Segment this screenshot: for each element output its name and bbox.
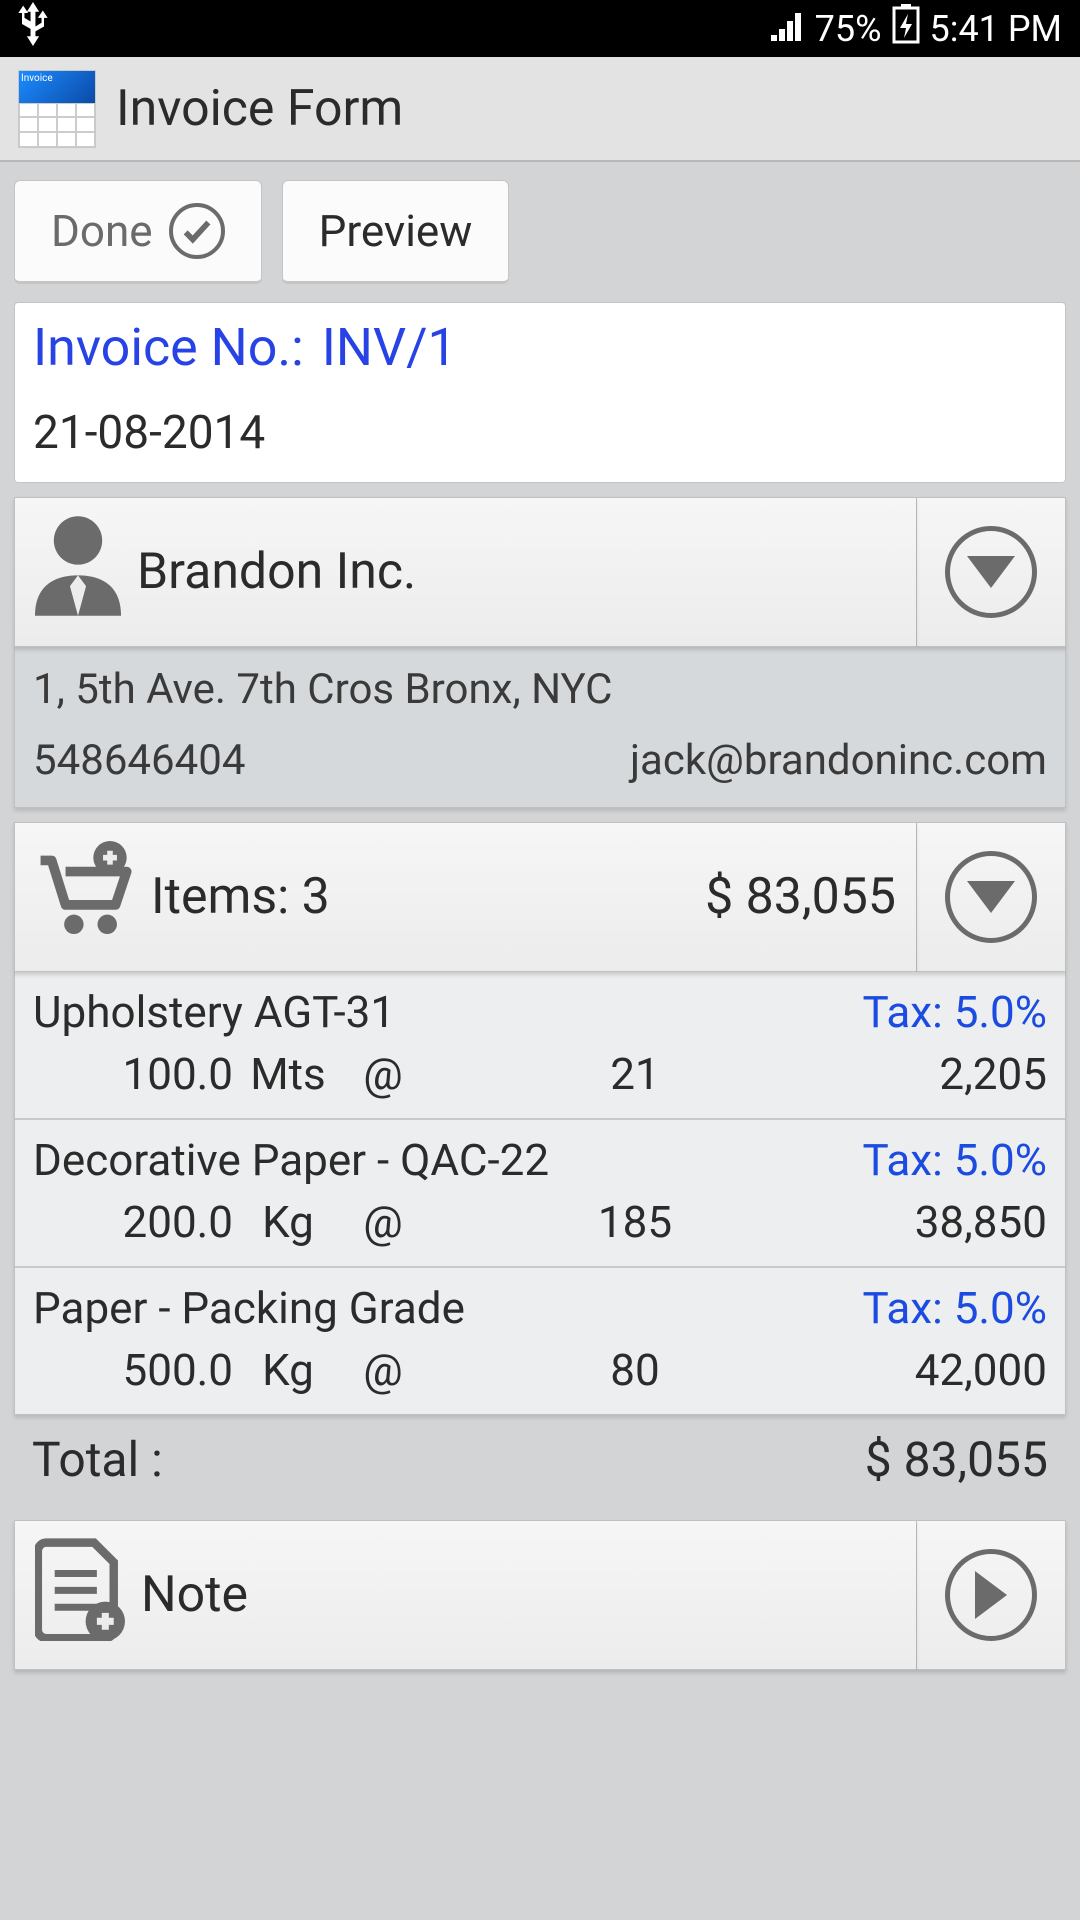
battery-pct: 75% [815,8,882,50]
line-item[interactable]: Paper - Packing Grade Tax: 5.0% 500.0 Kg… [15,1266,1065,1414]
preview-label: Preview [319,205,473,257]
item-amount: 38,850 [847,1196,1047,1248]
total-row: Total : $ 83,055 [14,1421,1066,1498]
total-label: Total : [32,1431,163,1488]
chevron-down-icon [945,851,1037,943]
chevron-right-icon [945,1549,1037,1641]
app-bar: Invoice Invoice Form [0,57,1080,162]
item-amount: 2,205 [847,1048,1047,1100]
chevron-down-icon [945,526,1037,618]
at-symbol: @ [343,1196,423,1248]
invoice-header[interactable]: Invoice No.: INV/1 21-08-2014 [14,302,1066,483]
items-total: $ 83,055 [705,868,896,926]
total-value: $ 83,055 [865,1431,1048,1488]
item-name: Paper - Packing Grade [33,1282,465,1334]
item-rate: 185 [423,1196,847,1248]
items-collapse-toggle[interactable] [916,822,1066,972]
items-summary[interactable]: Items: 3 $ 83,055 [14,822,916,972]
item-tax: Tax: 5.0% [863,1282,1047,1334]
add-cart-icon [35,841,135,954]
usb-icon [18,2,48,55]
item-amount: 42,000 [847,1344,1047,1396]
invoice-number-label: Invoice No.: [33,317,304,378]
note-section-header: Note [14,1520,1066,1670]
customer-phone: 548646404 [33,736,245,785]
items-section-header: Items: 3 $ 83,055 [14,822,1066,972]
customer-name: Brandon Inc. [137,543,416,601]
note-button[interactable]: Note [14,1520,916,1670]
line-item[interactable]: Decorative Paper - QAC-22 Tax: 5.0% 200.… [15,1118,1065,1266]
app-title: Invoice Form [116,80,403,138]
item-tax: Tax: 5.0% [863,1134,1047,1186]
customer-section-header: Brandon Inc. [14,497,1066,647]
app-icon: Invoice [18,70,96,148]
status-bar: 75% 5:41 PM [0,0,1080,57]
item-qty: 500.0 [33,1344,233,1396]
item-unit: Kg [233,1196,343,1248]
person-icon [35,516,121,629]
line-item[interactable]: Upholstery AGT-31 Tax: 5.0% 100.0 Mts @ … [15,972,1065,1118]
done-label: Done [51,205,153,257]
item-name: Upholstery AGT-31 [33,986,395,1038]
items-count-label: Items: 3 [151,868,330,926]
battery-icon [892,4,920,53]
customer-email: jack@brandoninc.com [630,736,1047,785]
item-tax: Tax: 5.0% [863,986,1047,1038]
item-qty: 200.0 [33,1196,233,1248]
action-button-row: Done Preview [0,162,1080,302]
item-name: Decorative Paper - QAC-22 [33,1134,549,1186]
item-unit: Mts [233,1048,343,1100]
note-add-icon [35,1537,125,1654]
items-list: Upholstery AGT-31 Tax: 5.0% 100.0 Mts @ … [14,972,1066,1415]
signal-icon [771,8,805,50]
item-unit: Kg [233,1344,343,1396]
check-icon [169,203,225,259]
invoice-number-value: INV/1 [322,317,457,378]
clock-time: 5:41 PM [930,8,1063,50]
customer-details: 1, 5th Ave. 7th Cros Bronx, NYC 54864640… [14,647,1066,808]
item-qty: 100.0 [33,1048,233,1100]
customer-select[interactable]: Brandon Inc. [14,497,916,647]
done-button[interactable]: Done [14,180,262,284]
note-expand-toggle[interactable] [916,1520,1066,1670]
at-symbol: @ [343,1048,423,1100]
customer-collapse-toggle[interactable] [916,497,1066,647]
item-rate: 80 [423,1344,847,1396]
note-label: Note [141,1566,248,1624]
preview-button[interactable]: Preview [282,180,510,284]
item-rate: 21 [423,1048,847,1100]
invoice-date: 21-08-2014 [33,406,1047,460]
at-symbol: @ [343,1344,423,1396]
customer-address: 1, 5th Ave. 7th Cros Bronx, NYC [33,665,1047,714]
